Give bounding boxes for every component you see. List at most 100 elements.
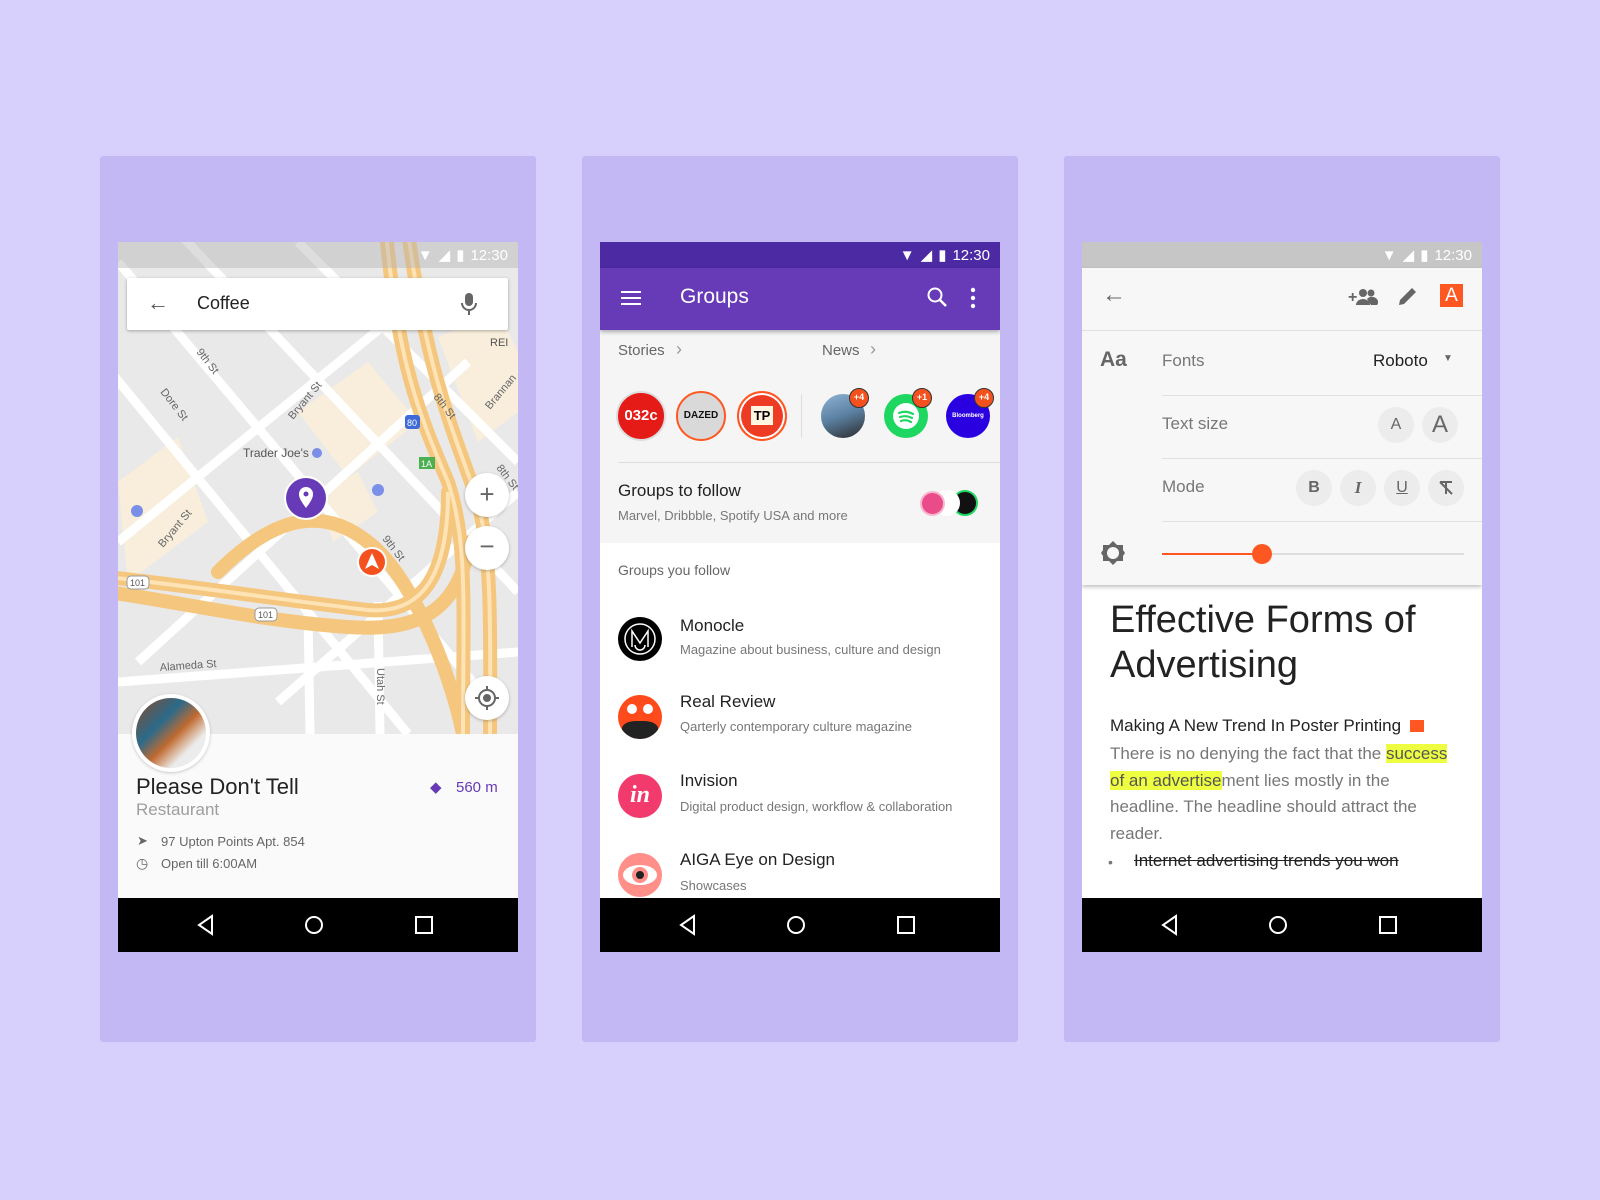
search-icon[interactable] [926, 286, 950, 310]
stories-news-section: Stories › News › 032c DAZED TP +4 +1 Blo… [600, 330, 1000, 543]
story-dazed[interactable]: DAZED [676, 391, 726, 441]
home-nav-icon[interactable] [302, 913, 326, 937]
groups-you-follow-label: Groups you follow [618, 562, 731, 578]
group-item-real-review[interactable]: Real Review Qarterly contemporary cultur… [600, 680, 1000, 756]
android-nav-bar [1082, 898, 1482, 952]
notification-badge: +1 [912, 388, 932, 408]
clear-format-icon [1439, 481, 1453, 495]
clock-icon: ◷ [136, 855, 149, 871]
clear-format-button[interactable] [1428, 470, 1464, 506]
chevron-right-icon[interactable]: › [870, 339, 876, 360]
svg-text:80: 80 [407, 418, 417, 428]
formatting-panel: ← + A Aa Fonts Roboto ▼ Text size A A Mo… [1082, 268, 1482, 585]
maps-phone: 9th St Dore St Bryant St Trader Joe's Br… [118, 242, 518, 952]
bullet-item: Internet advertising trends you won [1134, 851, 1399, 870]
slider-fill [1162, 553, 1262, 555]
news-link[interactable]: News [822, 342, 860, 359]
divider [1082, 330, 1482, 331]
place-hours: Open till 6:00AM [161, 856, 258, 871]
back-nav-icon[interactable] [676, 913, 700, 937]
news-avatar-spotify[interactable]: +1 [884, 388, 932, 438]
notification-badge: +4 [849, 388, 869, 408]
svg-text:101: 101 [258, 610, 273, 620]
svg-text:101: 101 [130, 578, 145, 588]
android-nav-bar [118, 898, 518, 952]
poi-icon [131, 505, 143, 517]
microphone-icon[interactable] [461, 292, 477, 316]
groups-to-follow-title: Groups to follow [618, 481, 741, 500]
search-input[interactable]: Coffee [197, 293, 250, 314]
place-pin-marker[interactable] [284, 476, 328, 520]
group-item-monocle[interactable]: Monocle Magazine about business, culture… [600, 602, 1000, 678]
status-time: 12:30 [1434, 246, 1472, 264]
poi-icon [312, 448, 322, 458]
stories-link[interactable]: Stories [618, 342, 665, 359]
text-format-button[interactable]: A [1440, 284, 1463, 307]
map-label-trader-joes: Trader Joe's [243, 446, 309, 460]
home-nav-icon[interactable] [1266, 913, 1290, 937]
search-bar[interactable]: ← Coffee [127, 278, 508, 330]
battery-icon: ▮ [938, 247, 947, 264]
my-location-navigation-marker [357, 547, 387, 577]
group-name: Invision [680, 771, 738, 790]
back-arrow-icon[interactable]: ← [1102, 281, 1126, 309]
status-time: 12:30 [470, 246, 508, 264]
bold-button[interactable]: B [1296, 470, 1332, 506]
edit-pencil-icon[interactable] [1396, 284, 1420, 308]
back-nav-icon[interactable] [1158, 913, 1182, 937]
group-item-invision[interactable]: in Invision Digital product design, work… [600, 759, 1000, 835]
fonts-label: Fonts [1162, 351, 1205, 370]
divider [1162, 395, 1482, 396]
battery-icon: ▮ [1420, 247, 1429, 264]
invision-logo-icon: in [618, 774, 662, 818]
subheading: Making A New Trend In Poster Printing [1110, 716, 1424, 736]
divider [801, 394, 802, 438]
menu-icon[interactable] [620, 289, 642, 307]
recents-nav-icon[interactable] [1376, 913, 1400, 937]
group-item-aiga[interactable]: AIGA Eye on Design Showcases [600, 838, 1000, 898]
underline-button[interactable]: U [1384, 470, 1420, 506]
back-arrow-icon[interactable]: ← [147, 290, 169, 316]
groups-to-follow-row[interactable]: Groups to follow Marvel, Dribbble, Spoti… [600, 463, 1000, 543]
signal-icon: ◢ [438, 247, 451, 264]
mode-label: Mode [1162, 477, 1205, 496]
document-body[interactable]: Effective Forms of Advertising Making A … [1082, 585, 1482, 898]
zoom-in-button[interactable]: + [465, 473, 509, 517]
groups-phone: ▼ ◢ ▮ 12:30 Groups Stories › News › 032c D… [600, 242, 1000, 952]
dribbble-mini-icon [920, 491, 945, 516]
text-size-large-button[interactable]: A [1422, 407, 1458, 443]
wifi-icon: ▼ [1381, 246, 1397, 264]
paragraph: There is no denying the fact that the su… [1110, 744, 1448, 843]
recents-nav-icon[interactable] [412, 913, 436, 937]
directions-icon[interactable]: ◆ [430, 778, 442, 796]
document-title: Effective Forms of Advertising [1110, 599, 1416, 686]
bullet-icon: • [1108, 854, 1113, 870]
home-nav-icon[interactable] [784, 913, 808, 937]
font-icon: Aa [1100, 348, 1127, 371]
slider-thumb[interactable] [1251, 544, 1272, 564]
add-people-icon[interactable]: + [1348, 286, 1378, 308]
group-description: Magazine about business, culture and des… [680, 642, 941, 657]
aiga-eye-logo-icon [618, 853, 662, 897]
comment-icon[interactable] [1409, 720, 1424, 732]
italic-button[interactable]: I [1340, 470, 1376, 506]
zoom-out-button[interactable]: − [465, 526, 509, 570]
story-032c[interactable]: 032c [616, 391, 666, 441]
font-dropdown[interactable]: Roboto ▼ [1367, 346, 1467, 376]
back-nav-icon[interactable] [194, 913, 218, 937]
more-vert-icon[interactable] [970, 286, 976, 310]
chevron-right-icon[interactable]: › [676, 339, 682, 360]
poi-icon [372, 484, 384, 496]
place-name: Please Don't Tell [136, 774, 299, 799]
news-avatar-bloomberg[interactable]: Bloomberg +4 [946, 388, 994, 438]
place-photo-avatar[interactable] [132, 694, 210, 772]
group-description: Qarterly contemporary culture magazine [680, 719, 912, 734]
story-tp[interactable]: TP [737, 391, 787, 441]
my-location-button[interactable] [465, 676, 509, 720]
brightness-slider[interactable] [1162, 544, 1464, 572]
news-avatar-person[interactable]: +4 [821, 388, 869, 438]
recents-nav-icon[interactable] [894, 913, 918, 937]
groups-to-follow-subtitle: Marvel, Dribbble, Spotify USA and more [618, 508, 848, 523]
text-size-small-button[interactable]: A [1378, 407, 1414, 443]
status-time: 12:30 [952, 246, 990, 264]
